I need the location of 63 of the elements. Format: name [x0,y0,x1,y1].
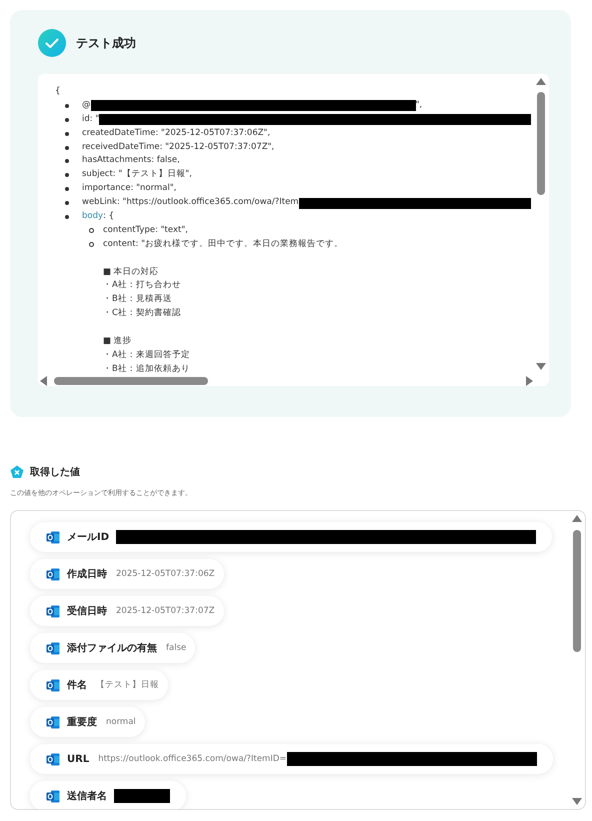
scroll-left-icon[interactable] [40,376,47,386]
mail-app-icon [46,790,60,802]
vertical-scrollbar[interactable] [571,515,583,805]
code-line: contentType: "text", [103,224,188,237]
scroll-up-icon[interactable] [572,515,582,522]
check-icon [38,29,66,57]
mail-app-icon [46,530,60,544]
code-key: body [82,210,104,224]
code-line: ■ 進捗 [103,335,132,348]
code-line: content: "お疲れ様です。田中です。本日の業務報告です。 [103,238,344,251]
mail-app-icon [46,716,60,728]
code-line: webLink: "https://outlook.office365.com/owa/?Item [82,196,299,210]
code-line: ・A社：打ち合わせ [103,279,181,292]
value-chip[interactable]: メールID [30,522,552,552]
bullet-icon [65,187,69,192]
circle-bullet-icon [89,242,94,247]
value-chip[interactable]: 作成日時 2025-12-05T07:37:06Z [30,559,224,589]
vertical-scrollbar[interactable] [535,78,547,370]
scroll-up-icon[interactable] [536,78,546,85]
code-line: hasAttachments: false, [82,154,180,168]
code-line: ・B社：見積再送 [103,293,172,306]
mail-app-icon [46,752,60,766]
bullet-icon [65,173,69,178]
bullet-icon [65,104,69,108]
value-chip[interactable]: 重要度 normal [30,707,145,737]
bullet-icon [65,201,69,206]
code-line: ・A社：来週回答予定 [103,348,190,362]
mail-app-icon [46,604,60,618]
scroll-thumb[interactable] [537,92,545,195]
horizontal-scrollbar[interactable] [40,375,533,385]
section-title: 取得した値 [30,466,80,479]
code-line: subject: "【テスト】日報", [82,168,192,182]
code-line: { [55,85,60,98]
scroll-thumb[interactable] [54,377,208,385]
scroll-down-icon[interactable] [572,798,582,805]
code-line: ・C社：契約書確認 [103,307,181,320]
code-line: ■ 本日の対応 [103,266,159,279]
bullet-icon [65,118,69,122]
code-line: ・B社：追加依頼あり [103,362,190,376]
code-line: @ [82,98,90,112]
code-line: importance: "normal", [82,182,176,196]
value-chip[interactable]: URL https://outlook.office365.com/owa/?ItemID= [30,744,553,774]
scroll-right-icon[interactable] [526,376,533,386]
value-chip[interactable]: 受信日時 2025-12-05T07:37:07Z [30,596,224,626]
scroll-thumb[interactable] [573,530,581,652]
bullet-icon [65,146,69,150]
code-line: : { [103,210,114,224]
mail-app-icon [46,642,60,654]
mail-app-icon [46,568,60,580]
bullet-icon [65,132,69,136]
value-chip[interactable]: 送信者名 [30,781,186,809]
code-line: ", [416,98,422,112]
circle-bullet-icon [89,228,94,233]
code-line: createdDateTime: "2025-12-05T07:37:06Z", [82,126,270,140]
code-line: receivedDateTime: "2025-12-05T07:37:07Z", [82,140,274,154]
value-chip[interactable]: 添付ファイルの有無 false [30,633,196,663]
result-title: テスト成功 [76,34,136,52]
bullet-icon [65,215,69,220]
mail-app-icon [46,678,60,692]
bullet-icon [65,159,69,164]
value-chip[interactable]: 件名 【テスト】日報 [30,670,168,700]
code-line: id: " [82,112,100,126]
variable-icon [10,465,24,479]
